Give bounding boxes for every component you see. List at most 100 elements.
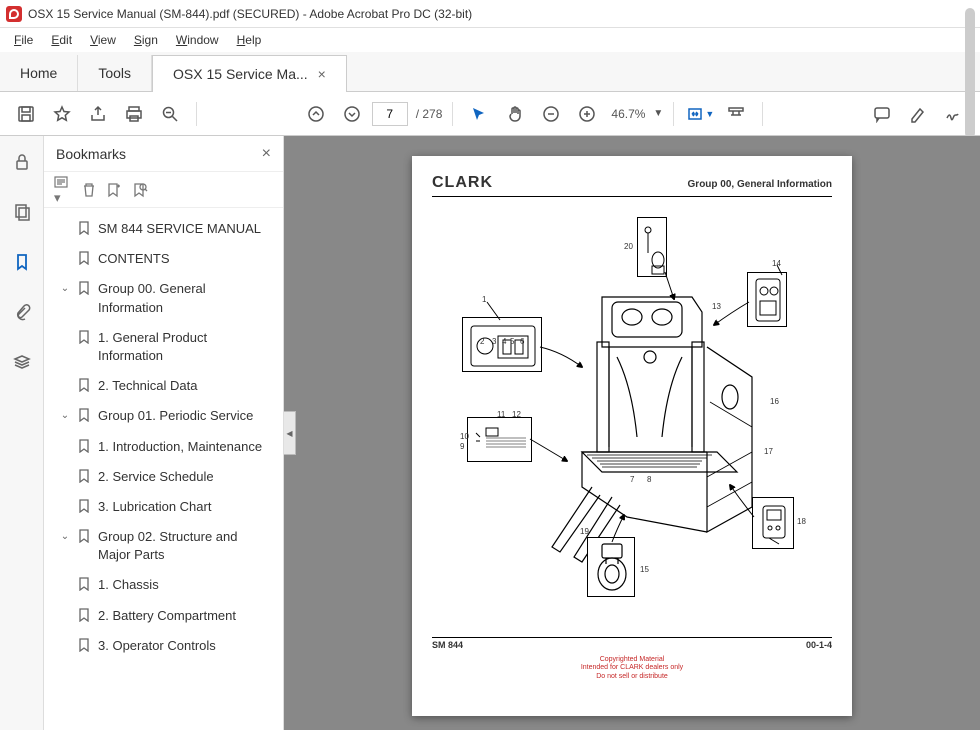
toolbar-separator (452, 102, 453, 126)
leader-lines (452, 217, 812, 617)
bookmark-item[interactable]: 1. Introduction, Maintenance (44, 432, 279, 462)
layers-icon[interactable] (6, 346, 38, 378)
page-header: CLARK Group 00, General Information (432, 174, 832, 197)
bookmark-item[interactable]: CONTENTS (44, 244, 279, 274)
delete-bookmark-icon[interactable] (82, 182, 96, 198)
brand-logo: CLARK (432, 174, 493, 192)
zoom-level: 46.7% (611, 107, 645, 121)
page-up-icon[interactable] (300, 98, 332, 130)
bookmark-label: 2. Service Schedule (98, 468, 271, 486)
bookmark-icon (78, 499, 92, 513)
bookmarks-list: SM 844 SERVICE MANUAL CONTENTS⌄Group 00. … (44, 208, 283, 730)
chevron-down-icon[interactable]: ⌄ (58, 282, 72, 296)
comment-icon[interactable] (866, 98, 898, 130)
collapse-panel-icon[interactable]: ◀ (284, 411, 296, 455)
print-icon[interactable] (118, 98, 150, 130)
share-icon[interactable] (82, 98, 114, 130)
acrobat-icon (6, 6, 22, 22)
save-icon[interactable] (10, 98, 42, 130)
bookmark-item[interactable]: ⌄Group 01. Periodic Service (44, 401, 279, 431)
bookmark-icon (78, 251, 92, 265)
pdf-page: CLARK Group 00, General Information (412, 156, 852, 716)
menubar: File Edit View Sign Window Help (0, 28, 980, 52)
page-footer: SM 844 00-1-4 (432, 638, 832, 650)
navigation-rail (0, 136, 44, 730)
bookmark-icon (78, 408, 92, 422)
toolbar-separator (673, 102, 674, 126)
zoom-dropdown-icon[interactable]: ▼ (653, 108, 663, 119)
bookmark-item[interactable]: 2. Battery Compartment (44, 601, 279, 631)
new-bookmark-icon[interactable] (106, 182, 122, 198)
page-down-icon[interactable] (336, 98, 368, 130)
menu-help[interactable]: Help (229, 31, 270, 49)
bookmark-label: Group 02. Structure and Major Parts (98, 528, 271, 564)
menu-file[interactable]: File (6, 31, 41, 49)
toolbar: / 278 46.7% ▼ ▼ (0, 92, 980, 136)
bookmark-icon (78, 638, 92, 652)
page-number-input[interactable] (372, 102, 408, 126)
lock-icon[interactable] (6, 146, 38, 178)
menu-sign[interactable]: Sign (126, 31, 166, 49)
tab-home[interactable]: Home (0, 55, 78, 91)
footer-right: 00-1-4 (806, 640, 832, 650)
select-tool-icon[interactable] (463, 98, 495, 130)
highlight-icon[interactable] (902, 98, 934, 130)
zoom-minus-icon[interactable] (535, 98, 567, 130)
read-mode-icon[interactable] (720, 98, 752, 130)
thumbnails-icon[interactable] (6, 196, 38, 228)
bookmark-icon (78, 330, 92, 344)
tab-tools[interactable]: Tools (78, 55, 152, 91)
bookmark-label: SM 844 SERVICE MANUAL (98, 220, 271, 238)
bookmark-options-icon[interactable]: ▾ (54, 174, 72, 206)
bookmark-item[interactable]: 1. Chassis (44, 570, 279, 600)
chevron-down-icon[interactable]: ⌄ (58, 530, 72, 544)
toolbar-separator (762, 102, 763, 126)
section-title: Group 00, General Information (688, 179, 832, 190)
bookmark-icon (78, 439, 92, 453)
star-icon[interactable] (46, 98, 78, 130)
bookmarks-panel: Bookmarks × ▾ SM 844 SERVICE MANUAL CONTE… (44, 136, 284, 730)
bookmark-item[interactable]: ⌄Group 00. General Information (44, 274, 279, 322)
bookmarks-header: Bookmarks × (44, 136, 283, 172)
bookmark-item[interactable]: 2. Service Schedule (44, 462, 279, 492)
bookmark-item[interactable]: 2. Technical Data (44, 371, 279, 401)
toolbar-separator (196, 102, 197, 126)
main-area: Bookmarks × ▾ SM 844 SERVICE MANUAL CONTE… (0, 136, 980, 730)
tabbar: Home Tools OSX 15 Service Ma... × (0, 52, 980, 92)
page-total: / 278 (416, 107, 443, 121)
bookmark-icon (78, 577, 92, 591)
bookmark-item[interactable]: 3. Lubrication Chart (44, 492, 279, 522)
footer-left: SM 844 (432, 640, 463, 650)
menu-edit[interactable]: Edit (43, 31, 80, 49)
zoom-out-tool-icon[interactable] (154, 98, 186, 130)
bookmark-item[interactable]: SM 844 SERVICE MANUAL (44, 214, 279, 244)
exploded-diagram: 1 2 3 4 5 6 10 9 11 12 20 (452, 217, 812, 617)
bookmarks-icon[interactable] (6, 246, 38, 278)
bookmark-icon (78, 221, 92, 235)
bookmark-icon (78, 529, 92, 543)
document-view[interactable]: ◀ CLARK Group 00, General Information (284, 136, 980, 730)
attachments-icon[interactable] (6, 296, 38, 328)
tab-document[interactable]: OSX 15 Service Ma... × (152, 55, 347, 92)
bookmark-icon (78, 469, 92, 483)
bookmark-icon (78, 378, 92, 392)
bookmark-label: 1. Introduction, Maintenance (98, 438, 271, 456)
bookmark-item[interactable]: 1. General Product Information (44, 323, 279, 371)
menu-window[interactable]: Window (168, 31, 227, 49)
find-bookmark-icon[interactable] (132, 182, 148, 198)
hand-tool-icon[interactable] (499, 98, 531, 130)
bookmark-item[interactable]: 3. Operator Controls (44, 631, 279, 661)
window-title: OSX 15 Service Manual (SM-844).pdf (SECU… (28, 7, 472, 21)
bookmarks-title: Bookmarks (56, 146, 126, 162)
window-titlebar: OSX 15 Service Manual (SM-844).pdf (SECU… (0, 0, 980, 28)
menu-view[interactable]: View (82, 31, 124, 49)
fit-width-icon[interactable]: ▼ (684, 98, 716, 130)
zoom-plus-icon[interactable] (571, 98, 603, 130)
chevron-down-icon[interactable]: ⌄ (58, 409, 72, 423)
bookmark-label: 3. Operator Controls (98, 637, 271, 655)
bookmark-label: 1. General Product Information (98, 329, 271, 365)
bookmark-label: 2. Battery Compartment (98, 607, 271, 625)
bookmark-item[interactable]: ⌄ Group 02. Structure and Major Parts (44, 522, 279, 570)
close-icon[interactable]: × (262, 145, 271, 163)
close-icon[interactable]: × (318, 66, 326, 82)
